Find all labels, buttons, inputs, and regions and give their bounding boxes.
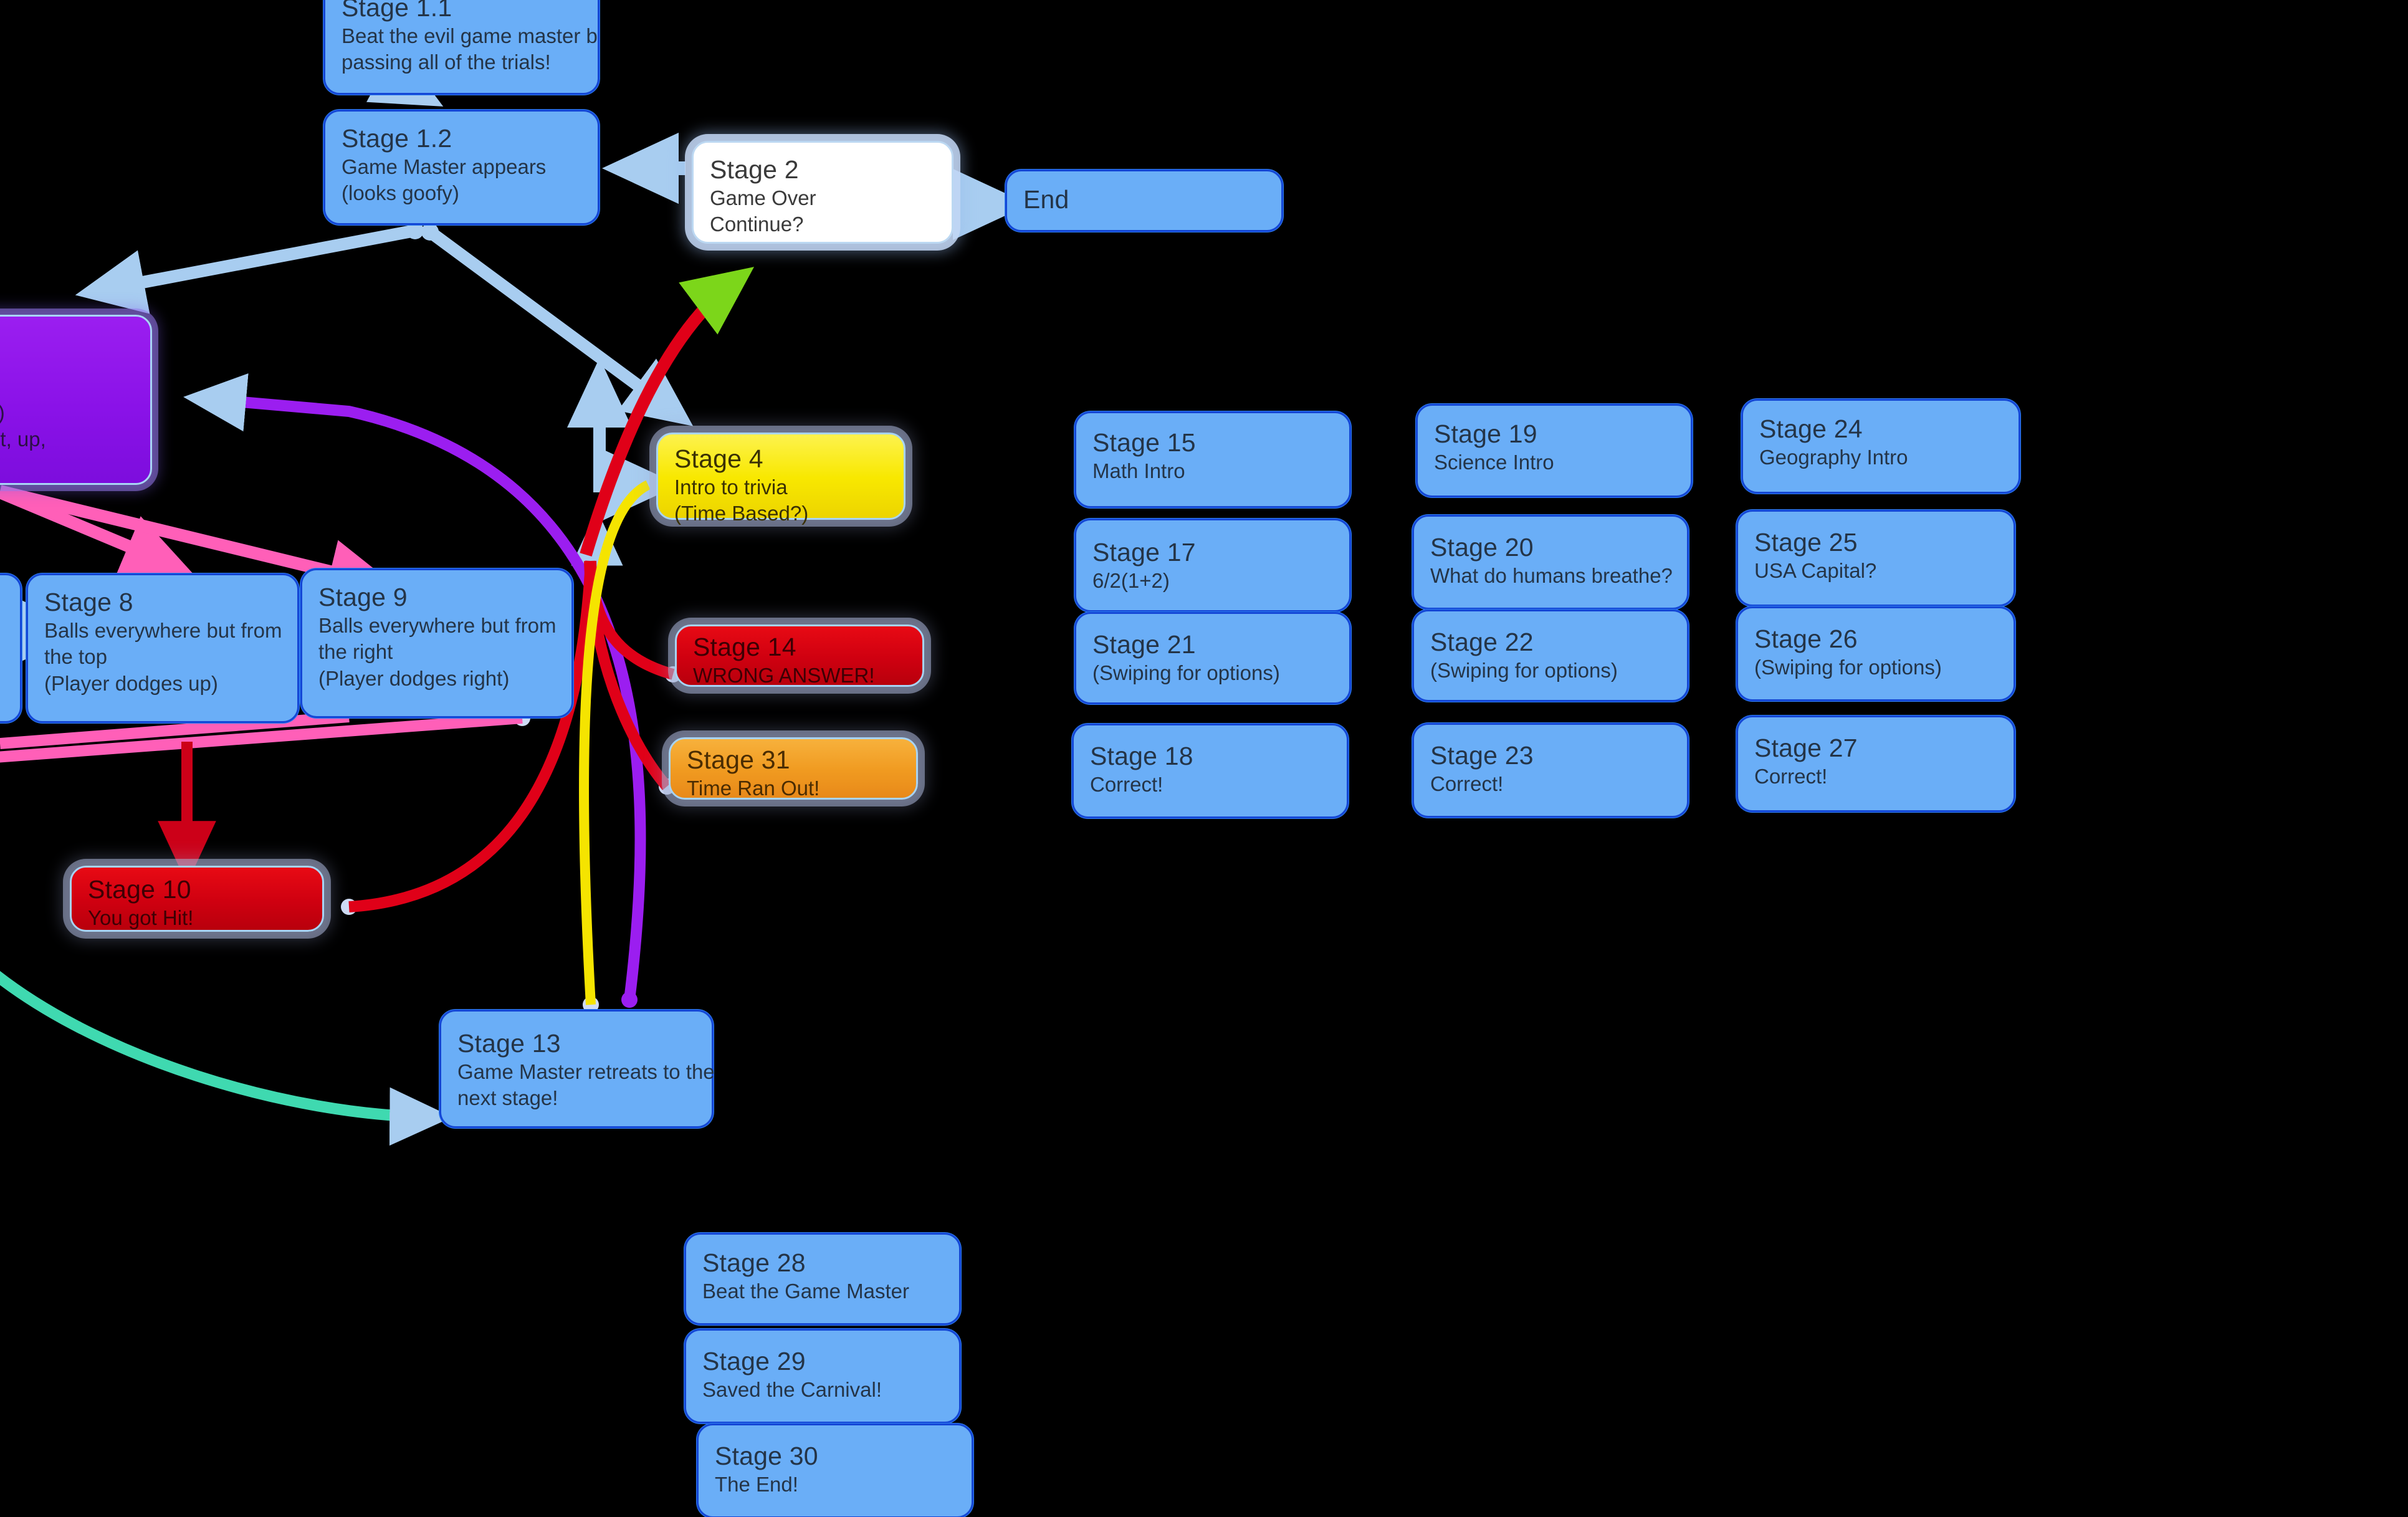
node-subtitle: Correct! <box>1090 772 1163 796</box>
node-stage-25[interactable]: Stage 25 USA Capital? <box>1736 510 2015 606</box>
edge-stage1_2-to-stage4 <box>421 223 694 426</box>
node-title: Stage 13 <box>457 1029 561 1058</box>
node-subtitle: WRONG ANSWER! <box>693 663 875 687</box>
node-subtitle: What do humans breathe? <box>1430 563 1673 587</box>
node-stage-17[interactable]: Stage 17 6/2(1+2) <box>1074 519 1351 612</box>
node-end[interactable]: End <box>1005 170 1283 232</box>
node-stage-13[interactable]: Stage 13 Game Master retreats to the nex… <box>439 1010 715 1128</box>
node-subtitle: Game Master appears (looks goofy) <box>342 155 547 205</box>
node-subtitle: Balls everywhere but from the right (Pla… <box>318 613 557 691</box>
node-dodgeball-stage[interactable]: dgeball nging balls) es left, right, up,… <box>0 315 152 485</box>
node-title: Stage 10 <box>88 875 191 904</box>
edge-stage1_2-to-dodgeball <box>75 222 424 314</box>
node-title: Stage 15 <box>1092 428 1196 457</box>
node-title: Stage 8 <box>44 588 133 616</box>
node-title: Stage 20 <box>1430 533 1534 562</box>
node-stage-15[interactable]: Stage 15 Math Intro <box>1074 411 1351 508</box>
node-subtitle: (Swiping for options) <box>1092 661 1280 684</box>
node-subtitle: Beat the evil game master b passing all … <box>342 24 598 74</box>
node-stage-26[interactable]: Stage 26 (Swiping for options) <box>1736 606 2015 701</box>
node-stage-29[interactable]: Stage 29 Saved the Carnival! <box>684 1329 961 1424</box>
edge-teal-to-stage13 <box>0 970 452 1146</box>
edge-pink-dodgeball-to-stage8 <box>0 486 193 577</box>
node-subtitle: Saved the Carnival! <box>702 1377 882 1401</box>
node-title: Stage 31 <box>687 745 790 774</box>
node-stage-9[interactable]: Stage 9 Balls everywhere but from the ri… <box>300 568 573 718</box>
node-subtitle: You got Hit! <box>88 906 194 929</box>
node-subtitle: Geography Intro <box>1759 445 1908 469</box>
node-subtitle: Game Master retreats to the next stage! <box>457 1060 715 1110</box>
node-title: Stage 17 <box>1092 538 1196 567</box>
node-title: Stage 1.1 <box>342 0 452 22</box>
node-title: Stage 21 <box>1092 630 1196 659</box>
node-title: Stage 29 <box>702 1347 806 1376</box>
node-title: Stage 27 <box>1754 734 1858 762</box>
node-stage-31[interactable]: Stage 31 Time Ran Out! <box>669 737 918 800</box>
node-title: Stage 4 <box>674 444 763 473</box>
node-title: Stage 9 <box>318 583 408 611</box>
node-stage-18[interactable]: Stage 18 Correct! <box>1072 724 1349 818</box>
node-stage-1-1[interactable]: Stage 1.1 Beat the evil game master b pa… <box>323 0 600 95</box>
edge-red-stage31-out <box>584 560 675 795</box>
node-title: Stage 1.2 <box>342 124 452 153</box>
node-subtitle: 6/2(1+2) <box>1092 568 1170 592</box>
node-title: Stage 26 <box>1754 625 1858 653</box>
node-stage-20[interactable]: Stage 20 What do humans breathe? <box>1412 515 1689 610</box>
node-stage-30[interactable]: Stage 30 The End! <box>697 1424 973 1517</box>
node-title: Stage 25 <box>1754 528 1858 557</box>
node-stage-8[interactable]: Stage 8 Balls everywhere but from the to… <box>26 573 299 723</box>
node-subtitle: The End! <box>715 1472 798 1496</box>
edge-yellow-stage13-to-stage4 <box>578 480 651 1013</box>
node-subtitle: USA Capital? <box>1754 558 1877 582</box>
node-stage-19[interactable]: Stage 19 Science Intro <box>1416 404 1693 497</box>
node-stage-14[interactable]: Stage 14 WRONG ANSWER! <box>675 625 924 687</box>
node-title: Stage 19 <box>1434 419 1537 448</box>
node-subtitle: Correct! <box>1754 764 1828 788</box>
node-stage-2[interactable]: Stage 2 Game Over Continue? <box>692 141 953 244</box>
node-stage-7-partial[interactable] <box>0 573 22 723</box>
node-stage-28[interactable]: Stage 28 Beat the Game Master <box>684 1233 961 1325</box>
node-subtitle: (Swiping for options) <box>1430 658 1618 682</box>
node-title: Stage 18 <box>1090 742 1193 770</box>
node-subtitle: Game Over Continue? <box>710 186 816 236</box>
node-title: Stage 2 <box>710 155 799 184</box>
node-subtitle: dgeball nging balls) es left, right, up,… <box>0 401 46 451</box>
node-stage-23[interactable]: Stage 23 Correct! <box>1412 723 1689 818</box>
node-subtitle: Time Ran Out! <box>687 776 820 800</box>
node-title: Stage 14 <box>693 633 796 661</box>
node-title: Stage 24 <box>1759 414 1863 443</box>
flowchart-canvas: Stage 1.1 Beat the evil game master b pa… <box>0 0 2408 1517</box>
node-stage-21[interactable]: Stage 21 (Swiping for options) <box>1074 612 1351 704</box>
node-title: Stage 22 <box>1430 628 1534 656</box>
node-title: Stage 28 <box>702 1248 806 1277</box>
node-title: Stage 30 <box>715 1442 818 1470</box>
node-subtitle: Balls everywhere but from the top (Playe… <box>44 618 282 696</box>
node-stage-10[interactable]: Stage 10 You got Hit! <box>70 866 324 932</box>
node-stage-24[interactable]: Stage 24 Geography Intro <box>1741 399 2020 494</box>
node-stage-4[interactable]: Stage 4 Intro to trivia (Time Based?) <box>656 433 905 525</box>
node-stage-22[interactable]: Stage 22 (Swiping for options) <box>1412 610 1689 702</box>
node-subtitle: Science Intro <box>1434 450 1554 474</box>
node-subtitle: (Swiping for options) <box>1754 655 1942 679</box>
node-stage-1-2[interactable]: Stage 1.2 Game Master appears (looks goo… <box>323 110 600 225</box>
node-subtitle: Correct! <box>1430 772 1504 795</box>
node-title: End <box>1023 185 1069 214</box>
node-title: Stage 23 <box>1430 741 1534 770</box>
node-subtitle: Intro to trivia (Time Based?) <box>674 475 809 525</box>
edge-red-stage14-out <box>585 560 681 682</box>
node-stage-27[interactable]: Stage 27 Correct! <box>1736 715 2015 812</box>
node-subtitle: Beat the Game Master <box>702 1279 909 1303</box>
node-subtitle: Math Intro <box>1092 459 1185 482</box>
